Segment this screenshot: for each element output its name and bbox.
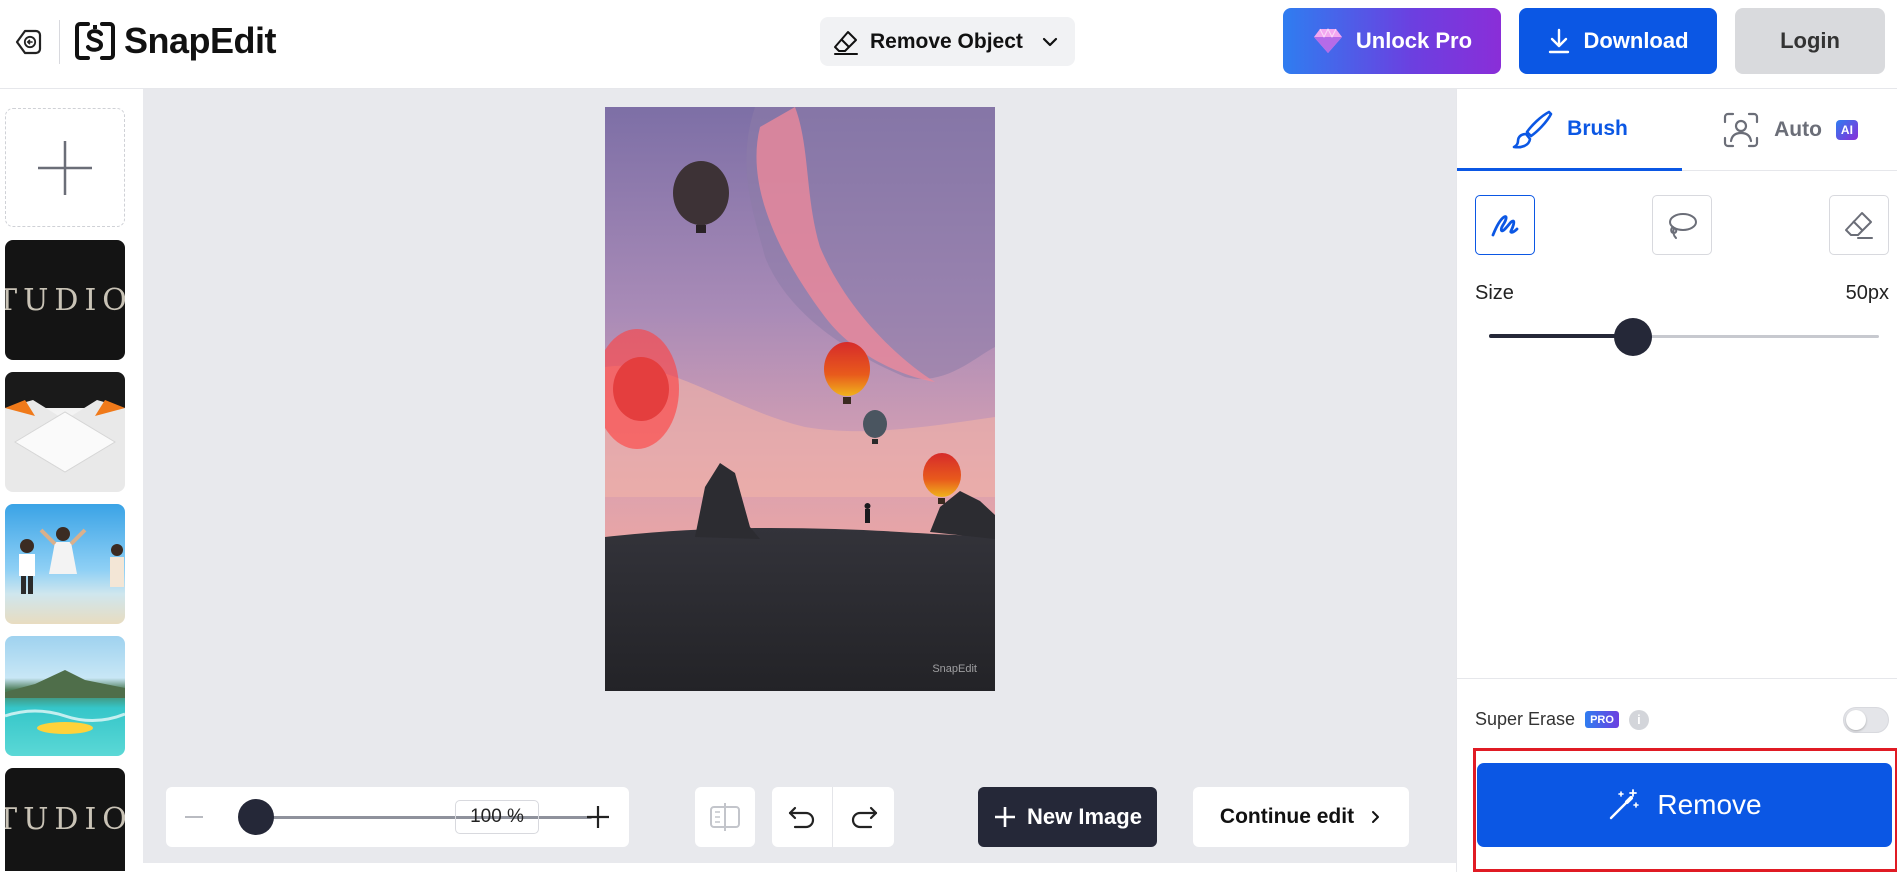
new-image-button[interactable]: New Image [978,787,1157,847]
thumbnail-graphic [5,400,125,492]
brush-size-slider-handle[interactable] [1614,318,1653,356]
plus-icon [38,140,92,195]
undo-redo-group [772,787,894,847]
login-button[interactable]: Login [1735,8,1885,74]
zoom-in-button[interactable] [584,803,612,831]
zoom-bar: 100 % [166,787,629,847]
chevron-down-icon [1042,37,1057,46]
brush-size-slider-fill [1489,334,1634,338]
plus-icon [995,807,1016,827]
redo-icon [851,806,877,829]
login-label: Login [1780,28,1840,53]
compare-icon [710,803,740,831]
lasso-icon [1669,213,1697,239]
image-thumbnail[interactable] [5,504,125,624]
eraser-icon [1845,212,1873,239]
remove-button[interactable]: Remove [1477,763,1892,847]
edit-image[interactable]: SnapEdit [605,107,995,691]
ai-badge: AI [1835,119,1858,140]
download-label: Download [1583,28,1689,53]
download-button[interactable]: Download [1519,8,1717,74]
eraser-icon [834,30,858,55]
lasso-tool-button[interactable] [1652,195,1712,255]
undo-button[interactable] [772,787,833,847]
tool-panel: Brush Auto AI Size 50px Super Erase PRO … [1456,89,1897,872]
continue-edit-label: Continue edit [1219,805,1355,828]
brush-tool-button[interactable] [1475,195,1535,255]
tab-auto-label: Auto [1774,117,1822,141]
zoom-slider-track[interactable] [254,816,592,819]
mode-select[interactable]: Remove Object [820,17,1075,66]
diamond-icon [1313,27,1342,53]
tab-brush[interactable]: Brush [1457,89,1682,171]
mode-select-label: Remove Object [870,29,1023,53]
undo-icon [788,806,815,829]
brush-size-label: Size [1475,282,1514,304]
image-content [605,107,995,691]
app-logo[interactable]: SnapEdit [74,20,277,62]
plus-icon [587,806,609,828]
back-button[interactable] [12,25,46,59]
image-thumbnail[interactable] [5,636,125,756]
redo-button[interactable] [833,787,894,847]
image-thumbnail[interactable]: TUDIO [5,768,125,871]
chevron-right-icon [1372,811,1380,823]
brush-size-value: 50px [1845,282,1889,304]
thumbnail-graphic [5,670,125,734]
magic-wand-icon [1610,789,1640,820]
download-icon [1549,28,1570,54]
image-thumbnail[interactable]: TUDIO [5,240,125,360]
tab-brush-label: Brush [1567,116,1628,140]
image-thumbnail[interactable] [5,372,125,492]
eraser-tool-button[interactable] [1829,195,1889,255]
auto-detect-icon [1723,112,1759,147]
continue-edit-button[interactable]: Continue edit [1193,787,1409,847]
watermark: SnapEdit [932,663,977,675]
pro-badge: PRO [1585,711,1619,728]
super-erase-label: Super Erase [1475,709,1576,729]
scribble-icon [1491,215,1519,237]
top-bar: SnapEdit Remove Object Unlock Pro Downlo… [0,0,1897,89]
brush-icon [1512,110,1553,149]
image-sidebar: TUDIO TUDIO [0,89,143,872]
super-erase-toggle[interactable] [1843,707,1889,733]
remove-label: Remove [1657,789,1762,820]
tab-auto[interactable]: Auto AI [1682,89,1897,171]
thumbnail-text: TUDIO [5,802,125,837]
new-image-label: New Image [1027,804,1142,829]
unlock-pro-button[interactable]: Unlock Pro [1283,8,1501,74]
thumbnail-text: TUDIO [5,282,125,318]
super-erase-row: Super Erase PRO i [1475,709,1649,730]
zoom-slider-handle[interactable] [238,799,274,835]
snapedit-logo-icon [75,22,115,60]
thumbnail-graphic [19,527,124,594]
logo-divider [59,20,60,64]
compare-button[interactable] [695,787,755,847]
panel-divider [1457,678,1897,679]
zoom-value[interactable]: 100 % [455,800,539,834]
minus-icon [185,816,203,818]
unlock-pro-label: Unlock Pro [1355,28,1473,53]
add-image-button[interactable] [5,108,125,227]
info-icon[interactable]: i [1628,709,1649,730]
zoom-out-button[interactable] [182,805,206,829]
app-name: SnapEdit [124,20,277,61]
back-icon [15,29,42,55]
